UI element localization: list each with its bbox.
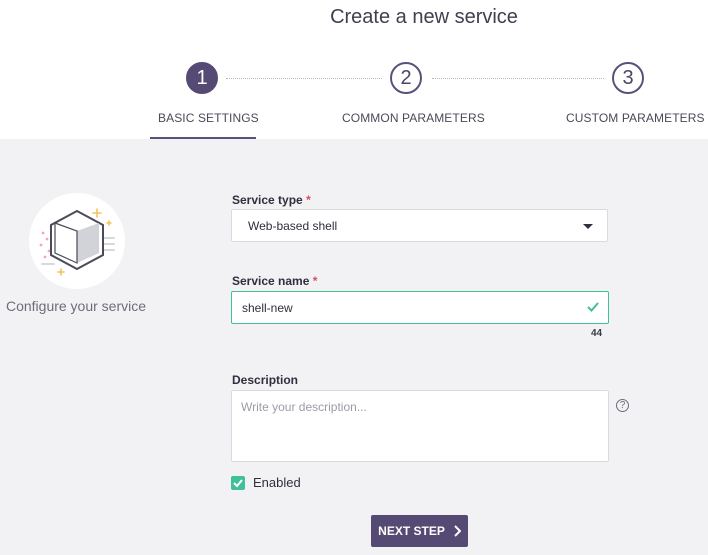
service-type-label-text: Service type xyxy=(232,193,303,207)
check-icon xyxy=(586,300,600,319)
configure-caption: Configure your service xyxy=(5,298,147,314)
tab-basic-settings[interactable]: BASIC SETTINGS xyxy=(158,111,259,125)
description-label: Description xyxy=(232,373,299,387)
step-2-circle[interactable]: 2 xyxy=(390,62,422,94)
service-type-label: Service type * xyxy=(232,193,311,207)
help-icon[interactable]: ? xyxy=(616,399,629,412)
enabled-label: Enabled xyxy=(253,475,301,490)
required-mark: * xyxy=(306,193,311,207)
tab-common-parameters[interactable]: COMMON PARAMETERS xyxy=(342,111,485,125)
service-type-value: Web-based shell xyxy=(248,219,338,233)
required-mark: * xyxy=(312,274,318,288)
service-type-select[interactable]: Web-based shell xyxy=(231,209,608,242)
service-name-input[interactable]: shell-new xyxy=(231,291,609,324)
service-name-label-text: Service name xyxy=(232,274,310,288)
enabled-checkbox[interactable] xyxy=(231,476,245,490)
step-connector-1 xyxy=(226,78,382,79)
wizard-header: Create a new service 1 2 3 BASIC SETTING… xyxy=(0,0,708,139)
next-step-label: NEXT STEP xyxy=(378,524,445,538)
char-counter: 44 xyxy=(591,328,603,339)
chevron-down-icon[interactable] xyxy=(583,224,593,229)
step-connector-2 xyxy=(432,78,604,79)
service-name-label: Service name * xyxy=(232,274,317,288)
step-1-circle[interactable]: 1 xyxy=(186,62,218,94)
service-name-value: shell-new xyxy=(242,301,293,315)
description-textarea[interactable]: Write your description... xyxy=(231,390,609,462)
tab-custom-parameters[interactable]: CUSTOM PARAMETERS xyxy=(566,111,705,125)
step-3-circle[interactable]: 3 xyxy=(612,62,644,94)
page-title: Create a new service xyxy=(330,6,518,28)
hexagon-box-icon xyxy=(29,193,125,289)
next-step-button[interactable]: NEXT STEP xyxy=(371,515,468,547)
chevron-right-icon xyxy=(454,525,461,537)
